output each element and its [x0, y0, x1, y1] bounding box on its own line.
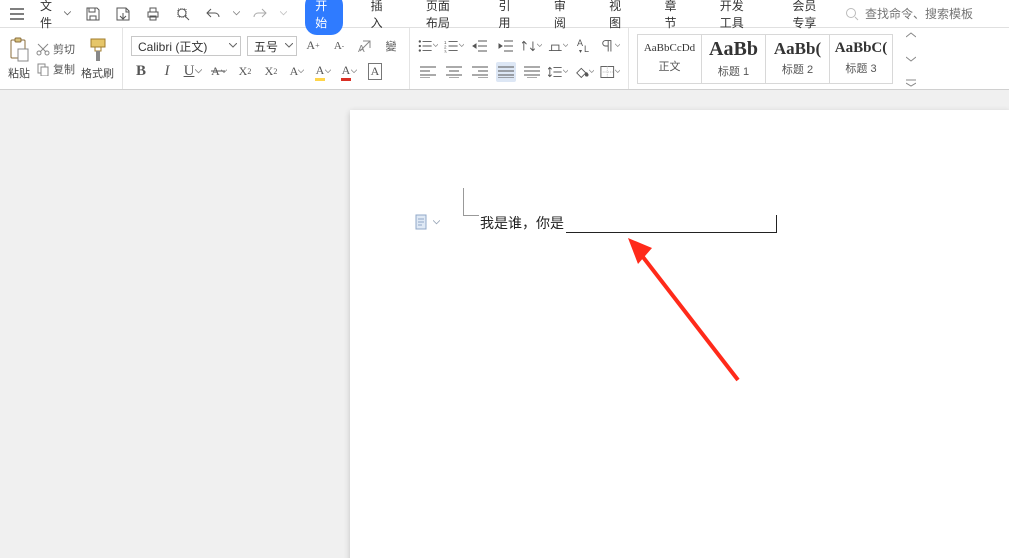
align-justify-button[interactable] [496, 62, 516, 82]
svg-text:A: A [577, 38, 583, 48]
chevron-down-icon [195, 69, 202, 74]
borders-button[interactable] [600, 62, 620, 82]
chevron-down-icon [459, 43, 464, 48]
chevron-down-icon [615, 43, 620, 48]
redo-chevron-icon[interactable] [280, 11, 287, 16]
decrease-indent-button[interactable] [470, 36, 490, 56]
style-heading-3[interactable]: AaBbC( 标题 3 [829, 34, 893, 84]
hamburger-icon[interactable] [6, 6, 28, 22]
shading-button[interactable] [574, 62, 594, 82]
undo-button[interactable] [203, 4, 223, 24]
search-box[interactable] [845, 6, 1003, 22]
chevron-down-icon [325, 69, 331, 74]
font-size-combo[interactable]: 五号 [247, 36, 297, 56]
chevron-down-icon [285, 43, 293, 48]
change-case-button[interactable]: A [287, 62, 307, 82]
scissors-icon [36, 42, 50, 56]
print-icon[interactable] [143, 4, 163, 24]
redo-button[interactable] [250, 4, 270, 24]
italic-button[interactable]: I [157, 62, 177, 82]
search-input[interactable] [863, 6, 1003, 22]
chevron-down-icon [563, 43, 568, 48]
save-as-icon[interactable] [113, 4, 133, 24]
chevron-down-icon [433, 43, 438, 48]
underline-blank [566, 219, 776, 233]
chevron-down-icon [589, 69, 594, 74]
copy-button[interactable]: 复制 [36, 61, 75, 77]
svg-text:L: L [584, 44, 589, 54]
text-direction-button[interactable]: AL [574, 36, 594, 56]
highlight-color-button[interactable]: A [313, 62, 333, 82]
bullet-list-button[interactable] [418, 36, 438, 56]
search-icon [845, 7, 859, 21]
style-normal[interactable]: AaBbCcDd 正文 [637, 34, 701, 84]
align-center-button[interactable] [444, 62, 464, 82]
chevron-down-icon [351, 69, 357, 74]
undo-chevron-icon[interactable] [233, 11, 240, 16]
chevron-down-icon [615, 69, 620, 74]
underline-button[interactable]: U [183, 62, 203, 82]
clear-format-button[interactable]: A [355, 36, 375, 56]
chevron-down-icon [537, 43, 542, 48]
bold-button[interactable]: B [131, 62, 151, 82]
align-left-button[interactable] [418, 62, 438, 82]
page-icon [415, 214, 429, 230]
group-paragraph: 123 AL [410, 28, 629, 89]
text-caret [776, 215, 777, 233]
superscript-button[interactable]: X2 [235, 62, 255, 82]
file-label: 文件 [40, 0, 60, 31]
svg-text:3: 3 [444, 49, 447, 53]
chevron-down-icon [229, 43, 237, 48]
style-heading-1[interactable]: AaBb 标题 1 [701, 34, 765, 84]
sort-button[interactable] [522, 36, 542, 56]
format-painter-button[interactable]: 格式刷 [81, 37, 114, 81]
document-workspace: 我是谁，你是 [0, 90, 1009, 558]
styles-scroll-down[interactable] [901, 49, 921, 69]
align-distribute-button[interactable] [522, 62, 542, 82]
ribbon: 粘贴 剪切 复制 格式刷 Calibri (正文) [0, 28, 1009, 90]
group-clipboard: 粘贴 剪切 复制 格式刷 [0, 28, 123, 89]
document-page[interactable] [350, 110, 1009, 558]
tab-stop-button[interactable] [548, 36, 568, 56]
cursor-indicator [463, 188, 479, 216]
paragraph-handle[interactable] [415, 214, 440, 230]
strikethrough-button[interactable]: A [209, 62, 229, 82]
align-right-button[interactable] [470, 62, 490, 82]
styles-expand[interactable] [901, 73, 921, 90]
phonetic-guide-button[interactable]: 變 [381, 36, 401, 56]
grow-font-button[interactable]: A+ [303, 36, 323, 56]
format-painter-label: 格式刷 [81, 65, 114, 81]
print-preview-icon[interactable] [173, 4, 193, 24]
quick-access-toolbar [83, 4, 287, 24]
paste-label: 粘贴 [8, 65, 30, 81]
paintbrush-icon [87, 37, 109, 63]
save-icon[interactable] [83, 4, 103, 24]
document-text-line[interactable]: 我是谁，你是 [480, 213, 777, 233]
shrink-font-button[interactable]: A- [329, 36, 349, 56]
font-name-combo[interactable]: Calibri (正文) [131, 36, 241, 56]
subscript-button[interactable]: X2 [261, 62, 281, 82]
show-marks-button[interactable] [600, 36, 620, 56]
line-spacing-button[interactable] [548, 62, 568, 82]
character-border-button[interactable]: A [365, 62, 385, 82]
group-styles: AaBbCcDd 正文 AaBb 标题 1 AaBb( 标题 2 AaBbC( … [629, 28, 1009, 89]
cut-button[interactable]: 剪切 [36, 41, 75, 57]
title-bar: 文件 开始 插入 页面布局 引用 审阅 视图 章节 开发工具 会员 [0, 0, 1009, 28]
increase-indent-button[interactable] [496, 36, 516, 56]
document-text: 我是谁，你是 [480, 213, 564, 233]
chevron-down-icon [298, 69, 304, 74]
group-font: Calibri (正文) 五号 A+ A- A 變 B I U A X2 X2 [123, 28, 410, 89]
svg-text:A: A [358, 44, 365, 54]
chevron-down-icon [64, 11, 71, 16]
copy-icon [36, 62, 50, 76]
style-heading-2[interactable]: AaBb( 标题 2 [765, 34, 829, 84]
paste-button[interactable]: 粘贴 [8, 37, 30, 81]
chevron-down-icon [563, 69, 568, 74]
chevron-down-icon [433, 220, 440, 225]
styles-scroll-up[interactable] [901, 28, 921, 45]
numbered-list-button[interactable]: 123 [444, 36, 464, 56]
font-color-button[interactable]: A [339, 62, 359, 82]
